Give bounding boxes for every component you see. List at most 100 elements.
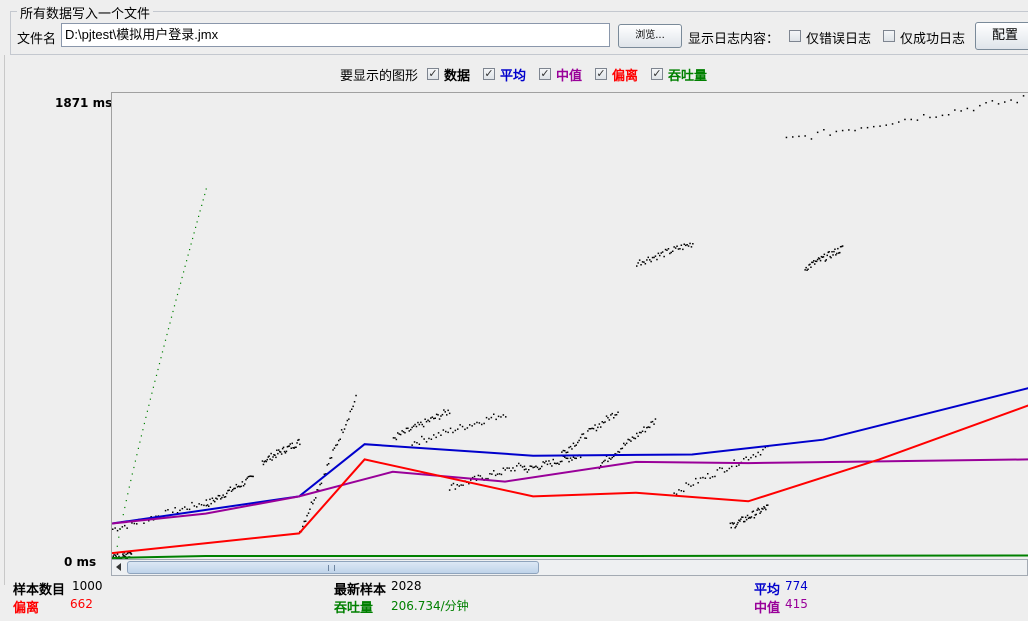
data-point: [559, 460, 562, 463]
data-point: [211, 497, 214, 499]
latest-sample-label: 最新样本: [334, 583, 387, 598]
samples-value: 1000: [72, 579, 103, 593]
data-point: [415, 425, 418, 428]
data-point: [425, 441, 428, 443]
data-point: [523, 465, 526, 468]
median-checkbox[interactable]: ✓: [539, 68, 551, 80]
deviation-checkbox[interactable]: ✓: [595, 68, 607, 80]
data-point: [542, 461, 544, 463]
data-point: [516, 465, 518, 467]
data-point: [610, 414, 612, 416]
data-point: [274, 454, 276, 456]
data-point: [533, 466, 536, 468]
data-point: [898, 121, 900, 123]
data-point: [637, 262, 639, 264]
data-point: [530, 465, 533, 468]
data-point: [226, 492, 228, 495]
data-point: [763, 506, 765, 508]
data-point: [866, 126, 869, 129]
average-checkbox[interactable]: ✓: [483, 68, 495, 80]
data-point: [941, 114, 944, 117]
data-point: [581, 433, 583, 436]
data-point: [541, 465, 543, 468]
data-point: [414, 423, 416, 426]
data-point: [954, 109, 956, 111]
data-point: [208, 505, 210, 507]
data-point: [746, 514, 749, 517]
data-point: [242, 485, 245, 487]
data-point: [500, 416, 502, 418]
throughput-point: [145, 416, 147, 418]
data-point: [497, 415, 500, 418]
data-point: [112, 528, 114, 530]
data-point: [216, 498, 218, 500]
data-point: [728, 467, 731, 470]
success-only-checkbox[interactable]: [883, 30, 895, 42]
data-point: [444, 411, 446, 413]
data-point: [625, 442, 628, 445]
throughput-point: [164, 339, 167, 341]
data-checkbox[interactable]: ✓: [427, 68, 439, 80]
data-point: [575, 457, 577, 460]
throughput-point: [148, 404, 150, 406]
data-point: [647, 256, 649, 259]
data-point: [469, 424, 471, 426]
data-point: [459, 424, 461, 426]
data-point: [172, 511, 174, 513]
filename-input[interactable]: D:\pjtest\模拟用户登录.jmx: [61, 23, 610, 47]
scroll-thumb[interactable]: [127, 561, 539, 574]
throughput-point: [176, 293, 179, 296]
scroll-left-arrow-icon[interactable]: [116, 563, 121, 571]
data-point: [433, 417, 435, 420]
data-point: [430, 417, 432, 419]
data-point: [214, 500, 216, 503]
data-point: [759, 512, 761, 514]
data-point: [879, 125, 881, 127]
throughput-point: [161, 351, 164, 353]
graph-scrollbar[interactable]: [111, 559, 1028, 576]
data-point: [283, 450, 286, 453]
data-point: [735, 465, 738, 467]
data-point: [483, 422, 485, 425]
data-point: [410, 428, 412, 431]
browse-button[interactable]: 浏览...: [618, 24, 682, 48]
data-point: [819, 259, 822, 262]
data-point: [210, 502, 212, 505]
data-point: [221, 496, 223, 499]
data-point: [332, 449, 334, 451]
data-point: [650, 421, 652, 423]
data-point: [143, 522, 145, 524]
data-point: [807, 268, 809, 270]
data-point: [891, 123, 894, 125]
data-point: [574, 457, 576, 459]
throughput-point: [189, 249, 191, 251]
data-point: [670, 251, 672, 254]
data-point: [643, 261, 645, 263]
data-point: [441, 413, 444, 416]
throughput-point: [196, 221, 198, 223]
data-point: [525, 468, 527, 470]
data-point: [611, 456, 613, 459]
throughput-checkbox[interactable]: ✓: [651, 68, 663, 80]
data-point: [428, 437, 430, 440]
data-point: [504, 469, 506, 471]
data-point: [640, 264, 642, 266]
data-point: [818, 258, 821, 260]
data-point: [452, 431, 454, 434]
data-point: [604, 421, 606, 423]
data-point: [579, 436, 582, 439]
data-point: [679, 248, 681, 250]
data-point: [184, 506, 186, 508]
data-point: [114, 527, 116, 529]
data-point: [568, 446, 570, 449]
data-point: [654, 418, 657, 420]
data-point: [565, 457, 567, 459]
configure-button[interactable]: 配置: [975, 22, 1028, 50]
data-point: [651, 420, 654, 423]
errors-only-checkbox[interactable]: [789, 30, 801, 42]
throughput-point: [134, 460, 136, 462]
data-point: [198, 503, 200, 505]
data-point: [121, 526, 124, 528]
data-point: [947, 114, 950, 116]
data-point: [621, 447, 624, 450]
